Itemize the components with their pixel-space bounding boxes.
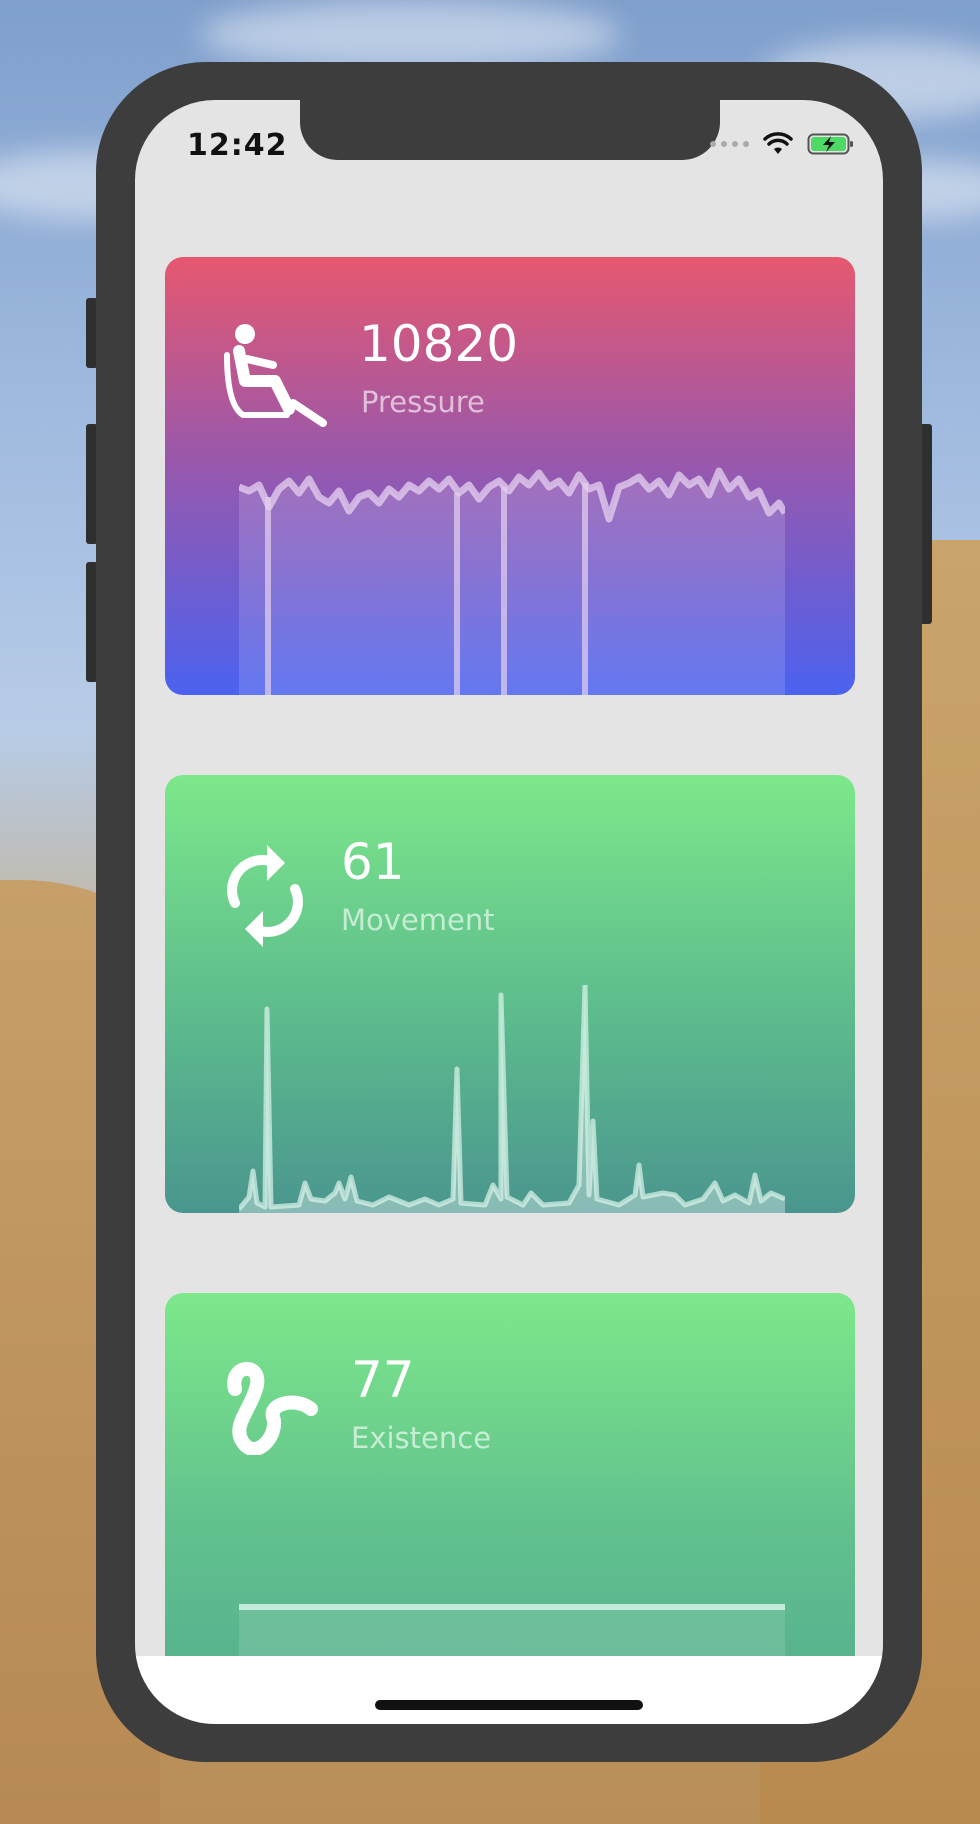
pressure-card[interactable]: 10820 Pressure xyxy=(165,257,855,695)
status-time: 12:42 xyxy=(187,128,288,163)
existence-value: 77 xyxy=(351,1351,415,1409)
existence-label: Existence xyxy=(351,1421,492,1455)
movement-card[interactable]: 61 Movement xyxy=(165,775,855,1213)
seated-person-icon xyxy=(224,324,327,427)
wifi-icon xyxy=(763,132,793,154)
pressure-label: Pressure xyxy=(361,385,485,419)
home-indicator[interactable] xyxy=(375,1700,643,1710)
phone-screen: 12:42 10820 Pressure 61 Movement 77 Exis… xyxy=(135,100,883,1724)
movement-sparkline xyxy=(239,985,785,1213)
squiggle-icon xyxy=(227,1362,318,1455)
pressure-value: 10820 xyxy=(359,315,519,373)
status-indicators xyxy=(710,132,855,156)
cellular-signal-icon xyxy=(710,141,749,147)
pressure-sparkline xyxy=(239,467,785,695)
refresh-cycle-icon xyxy=(227,845,303,947)
notch xyxy=(300,100,720,160)
movement-label: Movement xyxy=(341,903,495,937)
home-indicator-area xyxy=(135,1656,883,1724)
movement-value: 61 xyxy=(341,833,405,891)
battery-charging-icon xyxy=(807,133,853,155)
